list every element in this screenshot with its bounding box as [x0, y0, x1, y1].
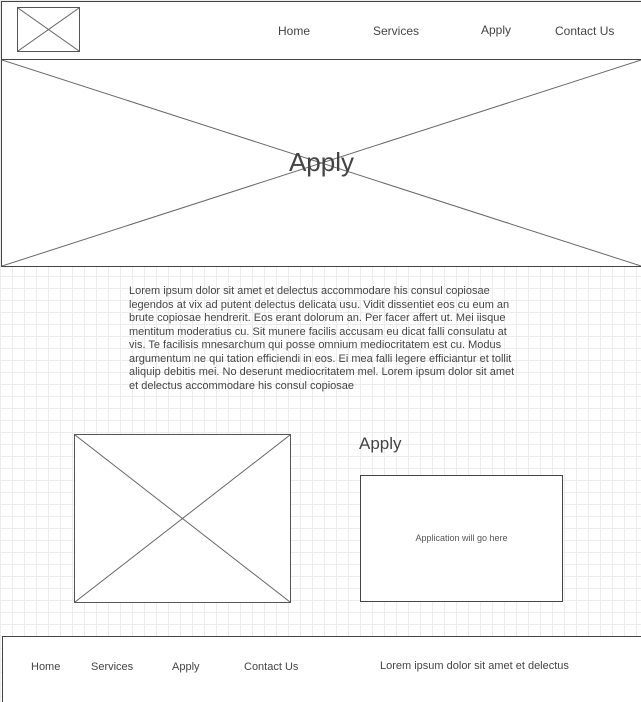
application-placeholder-text: Application will go here	[415, 533, 508, 543]
footer-nav-services-link[interactable]: Services	[91, 661, 133, 673]
nav-services-link[interactable]: Services	[373, 24, 419, 38]
intro-paragraph: Lorem ipsum dolor sit amet et delectus a…	[129, 285, 515, 392]
content-placeholder-image	[74, 434, 291, 603]
hero-title: Apply	[288, 147, 355, 177]
logo-placeholder-image[interactable]	[17, 7, 80, 52]
nav-contact-link[interactable]: Contact Us	[555, 24, 614, 38]
hero-placeholder-image: Apply	[1, 59, 641, 267]
footer-nav-apply-link[interactable]: Apply	[172, 661, 200, 673]
footer-text: Lorem ipsum dolor sit amet et delectus	[380, 660, 569, 672]
apply-section-title: Apply	[359, 434, 402, 453]
footer-nav-contact-link[interactable]: Contact Us	[244, 661, 298, 673]
nav-apply-link[interactable]: Apply	[481, 23, 511, 37]
footer-nav-home-link[interactable]: Home	[31, 661, 60, 673]
site-footer: Home Services Apply Contact Us Lorem ips…	[2, 636, 641, 702]
nav-home-link[interactable]: Home	[278, 24, 310, 38]
application-form-placeholder[interactable]: Application will go here	[360, 475, 563, 602]
site-header: Home Services Apply Contact Us	[1, 1, 641, 60]
